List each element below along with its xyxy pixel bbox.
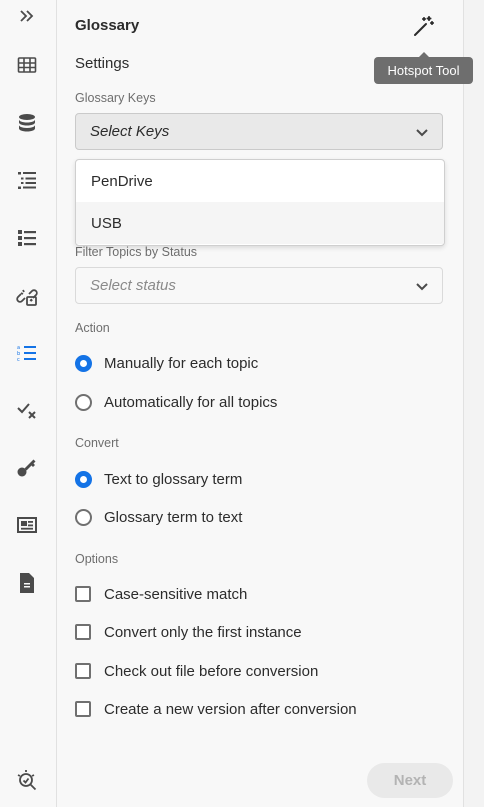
radio-button[interactable] bbox=[75, 354, 92, 372]
chevron-down-icon bbox=[416, 283, 428, 291]
status-filter-picker[interactable]: Select status bbox=[75, 267, 443, 304]
right-panel-edge bbox=[463, 0, 484, 807]
dropdown-option-pendrive[interactable]: PenDrive bbox=[76, 160, 444, 202]
dropdown-option-usb[interactable]: USB bbox=[76, 202, 444, 244]
key-icon[interactable] bbox=[13, 454, 41, 482]
glossary-panel: Glossary Settings Glossary Keys Select K… bbox=[57, 0, 464, 807]
bullet-list-icon[interactable] bbox=[13, 224, 41, 252]
hotspot-tool-tooltip: Hotspot Tool bbox=[374, 52, 473, 84]
broken-link-icon[interactable] bbox=[13, 282, 41, 310]
option-new-version[interactable]: Create a new version after conversion bbox=[75, 697, 357, 721]
checkbox[interactable] bbox=[75, 701, 91, 717]
checkbox[interactable] bbox=[75, 624, 91, 640]
glossary-keys-picker[interactable]: Select Keys bbox=[75, 113, 443, 150]
option-check-out-file[interactable]: Check out file before conversion bbox=[75, 659, 318, 683]
glossary-list-icon[interactable]: abc bbox=[13, 339, 41, 367]
chevron-down-icon bbox=[416, 129, 428, 137]
status-filter-placeholder: Select status bbox=[90, 277, 176, 294]
radio-label: Manually for each topic bbox=[104, 354, 259, 372]
radio-button[interactable] bbox=[75, 470, 92, 488]
expand-icon[interactable] bbox=[13, 2, 41, 30]
toc-list-icon[interactable] bbox=[13, 166, 41, 194]
options-label: Options bbox=[75, 552, 119, 566]
glossary-keys-dropdown: PenDrive USB bbox=[75, 159, 445, 246]
table-grid-icon[interactable] bbox=[13, 51, 41, 79]
action-label: Action bbox=[75, 321, 110, 335]
glossary-keys-label: Glossary Keys bbox=[75, 91, 156, 105]
convert-option-text-to-term[interactable]: Text to glossary term bbox=[75, 467, 242, 491]
checkbox-label: Convert only the first instance bbox=[104, 623, 302, 641]
search-settings-icon[interactable] bbox=[13, 767, 41, 795]
settings-heading: Settings bbox=[75, 55, 130, 72]
left-icon-rail: abc bbox=[0, 0, 57, 807]
checkbox-label: Check out file before conversion bbox=[104, 662, 319, 680]
action-option-manual[interactable]: Manually for each topic bbox=[75, 351, 258, 375]
action-option-automatic[interactable]: Automatically for all topics bbox=[75, 390, 277, 414]
radio-label: Text to glossary term bbox=[104, 470, 243, 488]
magic-wand-icon[interactable] bbox=[412, 14, 436, 38]
document-icon[interactable] bbox=[13, 569, 41, 597]
database-icon[interactable] bbox=[13, 109, 41, 137]
radio-label: Automatically for all topics bbox=[104, 393, 278, 411]
option-case-sensitive[interactable]: Case-sensitive match bbox=[75, 582, 247, 606]
convert-option-term-to-text[interactable]: Glossary term to text bbox=[75, 505, 242, 529]
checkbox[interactable] bbox=[75, 586, 91, 602]
checkbox-label: Create a new version after conversion bbox=[104, 700, 357, 718]
check-cross-icon[interactable] bbox=[13, 396, 41, 424]
convert-label: Convert bbox=[75, 436, 119, 450]
radio-label: Glossary term to text bbox=[104, 508, 243, 526]
svg-text:c: c bbox=[17, 357, 20, 363]
checkbox-label: Case-sensitive match bbox=[104, 585, 248, 603]
option-first-instance[interactable]: Convert only the first instance bbox=[75, 620, 302, 644]
status-filter-label: Filter Topics by Status bbox=[75, 245, 198, 259]
image-card-icon[interactable] bbox=[13, 511, 41, 539]
panel-title: Glossary bbox=[75, 17, 140, 34]
radio-button[interactable] bbox=[75, 508, 92, 526]
radio-button[interactable] bbox=[75, 393, 92, 411]
glossary-keys-placeholder: Select Keys bbox=[90, 123, 170, 140]
checkbox[interactable] bbox=[75, 663, 91, 679]
next-button[interactable]: Next bbox=[367, 763, 453, 798]
